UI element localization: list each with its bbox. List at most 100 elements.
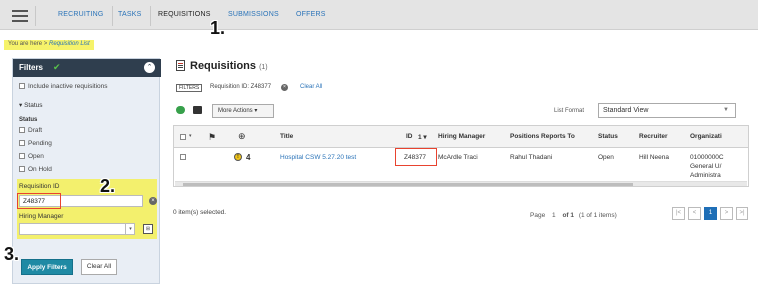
clear-all-link[interactable]: Clear All xyxy=(300,84,322,90)
nav-requisitions[interactable]: REQUISITIONS xyxy=(158,11,211,18)
status-open-checkbox[interactable]: Open xyxy=(19,153,44,160)
col-status[interactable]: Status xyxy=(598,133,618,140)
page-word: Page xyxy=(530,212,546,219)
page-number-input[interactable]: 1 xyxy=(552,212,556,219)
filters-tag: FILTERS xyxy=(176,84,203,92)
alert-badge-icon: ! xyxy=(234,153,242,161)
step-marker-3: 3. xyxy=(4,244,20,264)
checkbox-icon[interactable] xyxy=(19,127,25,133)
breadcrumb: You are here > Requisition List xyxy=(4,40,94,50)
reports-to: Rahul Thadani xyxy=(510,154,553,161)
chat-icon[interactable] xyxy=(176,106,185,114)
hiring-manager: McArdle Traci xyxy=(438,154,478,161)
list-format-label: List Format xyxy=(554,108,585,114)
chevron-down-icon[interactable]: ▾ xyxy=(189,133,192,139)
alert-icon: ⊕ xyxy=(238,131,246,141)
chevron-down-icon: ▼ xyxy=(723,107,729,113)
checkbox-icon[interactable] xyxy=(19,153,25,159)
annotation-box xyxy=(395,148,437,166)
clear-all-filters-button[interactable]: Clear All xyxy=(81,259,117,275)
filters-header: Filters ✔ ⌃ xyxy=(13,59,161,77)
page-total: of 1 xyxy=(562,212,574,219)
lookup-icon[interactable]: ⊞ xyxy=(143,224,153,234)
select-all-checkbox[interactable] xyxy=(180,134,186,140)
include-inactive-label: Include inactive requisitions xyxy=(28,83,108,90)
flag-icon: ⚑ xyxy=(208,132,217,142)
col-recruiter[interactable]: Recruiter xyxy=(639,133,668,140)
scrollbar-thumb[interactable] xyxy=(183,183,633,186)
prev-page-button[interactable]: < xyxy=(688,207,701,220)
organization-line: General U/ xyxy=(690,163,722,170)
checkbox-icon[interactable] xyxy=(19,140,25,146)
status-option-label: Draft xyxy=(28,127,43,134)
items-summary: (1 of 1 items) xyxy=(578,212,617,219)
nav-recruiting[interactable]: RECRUITING xyxy=(58,11,104,18)
document-icon xyxy=(176,60,185,71)
alert-count: 4 xyxy=(246,153,251,162)
status: Open xyxy=(598,154,614,161)
first-page-button[interactable]: |< xyxy=(672,207,685,220)
check-icon: ✔ xyxy=(53,62,61,72)
nav-divider xyxy=(112,6,113,26)
top-nav: RECRUITING TASKS REQUISITIONS SUBMISSION… xyxy=(0,0,758,30)
status-label: Status xyxy=(19,117,38,123)
annotation-box xyxy=(17,193,61,209)
filters-panel: Filters ✔ ⌃ Include inactive requisition… xyxy=(12,58,161,284)
requisition-title-link[interactable]: Hospital CSW 5.27.20 test xyxy=(280,154,356,161)
requisition-id-label: Requisition ID xyxy=(19,183,60,190)
result-count: (1) xyxy=(259,64,268,71)
selected-count: 0 item(s) selected. xyxy=(173,209,227,216)
active-filter-chip: Requisition ID: Z48377 xyxy=(210,84,272,90)
recruiter: Hill Neena xyxy=(639,154,669,161)
step-marker-2: 2. xyxy=(100,176,116,196)
status-option-label: Open xyxy=(28,153,44,160)
status-section-toggle[interactable]: ▾ Status xyxy=(19,101,43,109)
last-page-button[interactable]: >| xyxy=(736,207,748,220)
row-checkbox[interactable] xyxy=(180,154,186,160)
hiring-manager-select[interactable] xyxy=(19,223,135,235)
status-draft-checkbox[interactable]: Draft xyxy=(19,127,42,134)
pagination-info: Page 1 of 1 (1 of 1 items) xyxy=(530,212,617,219)
list-format-value: Standard View xyxy=(603,107,649,114)
breadcrumb-current[interactable]: Requisition List xyxy=(49,41,90,47)
next-page-button[interactable]: > xyxy=(720,207,733,220)
page-title: Requisitions (1) xyxy=(190,60,268,72)
current-page-button[interactable]: 1 xyxy=(704,207,717,220)
col-id[interactable]: ID xyxy=(406,133,413,140)
col-reports-to[interactable]: Positions Reports To xyxy=(510,133,575,140)
list-format-select[interactable]: Standard View ▼ xyxy=(598,103,736,118)
checkbox-icon[interactable] xyxy=(19,166,25,172)
include-inactive-checkbox[interactable]: Include inactive requisitions xyxy=(19,83,108,90)
col-title[interactable]: Title xyxy=(280,133,293,140)
col-hiring-manager[interactable]: Hiring Manager xyxy=(438,133,485,140)
col-id-sort[interactable]: 1 ▾ xyxy=(418,133,427,141)
col-organization[interactable]: Organizati xyxy=(690,133,722,140)
table-header: ▾ ⚑ ⊕ Title ID 1 ▾ Hiring Manager Positi… xyxy=(174,126,748,148)
horizontal-scrollbar[interactable] xyxy=(175,181,747,186)
organization-line: Administra xyxy=(690,172,721,179)
hiring-manager-label: Hiring Manager xyxy=(19,213,64,220)
organization-line: 01000000C xyxy=(690,154,724,161)
apply-filters-button[interactable]: Apply Filters xyxy=(21,259,73,275)
print-icon[interactable] xyxy=(193,106,202,114)
status-option-label: Pending xyxy=(28,140,52,147)
chevron-down-icon[interactable]: ▾ xyxy=(125,223,135,235)
nav-tasks[interactable]: TASKS xyxy=(118,11,141,18)
status-option-label: On Hold xyxy=(28,166,52,173)
breadcrumb-prefix: You are here > xyxy=(8,41,48,47)
requisitions-table: ▾ ⚑ ⊕ Title ID 1 ▾ Hiring Manager Positi… xyxy=(173,125,749,187)
nav-submissions[interactable]: SUBMISSIONS xyxy=(228,11,279,18)
more-actions-button[interactable]: More Actions ▾ xyxy=(212,104,274,118)
collapse-icon[interactable]: ⌃ xyxy=(144,62,155,73)
menu-icon[interactable] xyxy=(6,6,36,26)
checkbox-icon[interactable] xyxy=(19,83,25,89)
nav-offers[interactable]: OFFERS xyxy=(296,11,326,18)
clear-input-icon[interactable]: × xyxy=(149,197,157,205)
filters-title: Filters xyxy=(19,63,44,72)
status-onhold-checkbox[interactable]: On Hold xyxy=(19,166,52,173)
status-pending-checkbox[interactable]: Pending xyxy=(19,140,52,147)
step-marker-1: 1. xyxy=(210,18,226,38)
page-title-text: Requisitions xyxy=(190,60,257,72)
nav-divider xyxy=(150,6,151,26)
remove-filter-icon[interactable]: × xyxy=(281,84,288,91)
